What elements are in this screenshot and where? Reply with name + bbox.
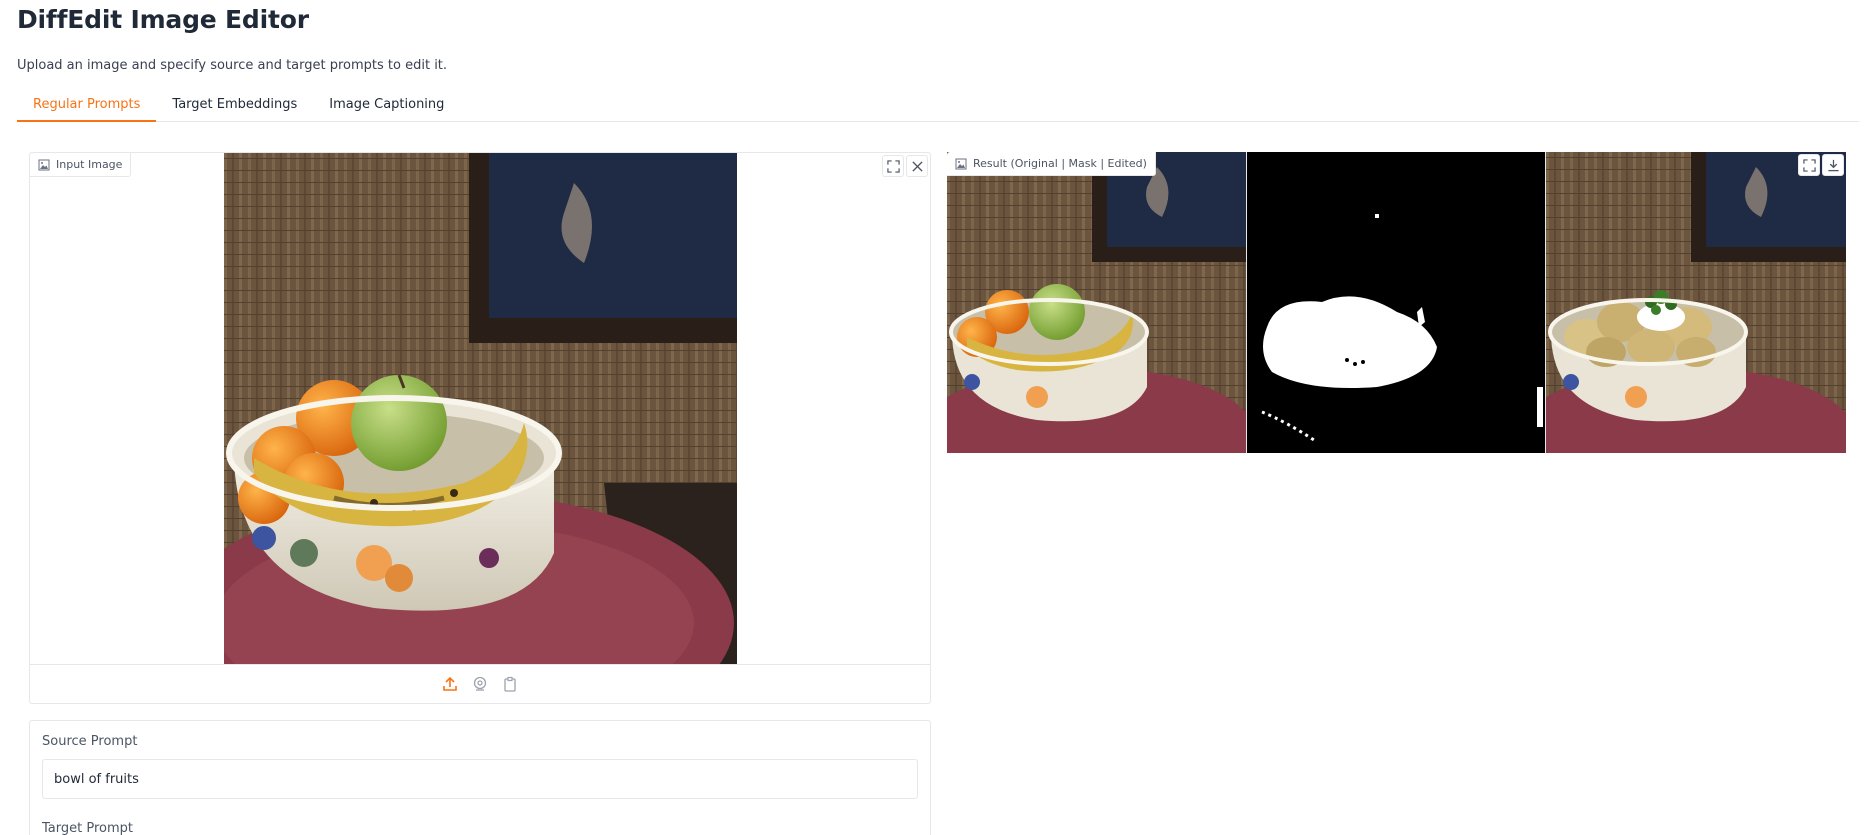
fullscreen-button[interactable] [882, 155, 904, 177]
upload-button[interactable] [440, 674, 460, 694]
fullscreen-icon [1802, 158, 1816, 172]
source-prompt-label: Source Prompt [42, 734, 138, 749]
result-fullscreen-button[interactable] [1798, 154, 1820, 176]
target-prompt-label: Target Prompt [42, 821, 133, 835]
image-icon [38, 159, 50, 170]
result-edited-image [1546, 152, 1846, 453]
prompt-panel: Source Prompt Target Prompt [29, 720, 931, 835]
input-image [223, 153, 737, 664]
upload-icon [443, 676, 457, 691]
tab-regular-prompts[interactable]: Regular Prompts [17, 93, 157, 122]
input-source-toolbar [30, 664, 930, 703]
result-mask-image [1246, 152, 1547, 453]
fullscreen-icon [886, 159, 900, 173]
tab-image-captioning[interactable]: Image Captioning [313, 93, 460, 122]
download-icon [1827, 159, 1839, 171]
page-title: DiffEdit Image Editor [17, 5, 309, 34]
clipboard-button[interactable] [500, 674, 520, 694]
webcam-button[interactable] [470, 674, 490, 694]
tab-bar: Regular Prompts Target Embeddings Image … [17, 93, 1859, 122]
input-image-area[interactable] [30, 153, 930, 664]
result-label: Result (Original | Mask | Edited) [947, 152, 1156, 176]
result-label-text: Result (Original | Mask | Edited) [973, 157, 1147, 170]
input-image-panel: Input Image [29, 152, 931, 704]
result-image [947, 152, 1846, 453]
source-prompt-input[interactable] [42, 759, 918, 799]
app-root: DiffEdit Image Editor Upload an image an… [0, 0, 1865, 835]
webcam-icon [473, 676, 487, 691]
result-panel: Result (Original | Mask | Edited) [947, 152, 1846, 453]
page-subtitle: Upload an image and specify source and t… [17, 58, 448, 73]
close-icon [911, 160, 923, 172]
clear-image-button[interactable] [906, 155, 928, 177]
download-button[interactable] [1822, 154, 1844, 176]
result-actions [1796, 152, 1846, 178]
input-image-actions [880, 153, 930, 179]
result-original-image [947, 152, 1247, 453]
tab-target-embeddings[interactable]: Target Embeddings [156, 93, 313, 122]
clipboard-icon [504, 676, 516, 692]
input-image-label-text: Input Image [56, 158, 123, 171]
image-icon [955, 158, 967, 169]
input-image-label: Input Image [30, 153, 132, 177]
